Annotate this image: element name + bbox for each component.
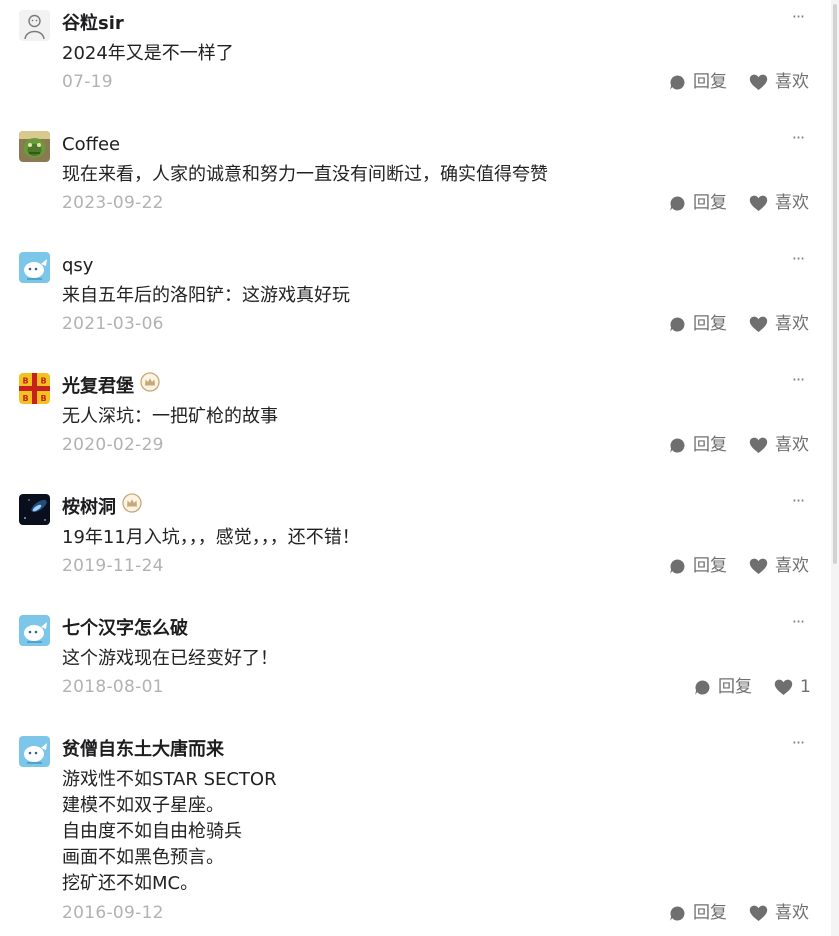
blue-whale-avatar bbox=[19, 736, 50, 767]
speech-bubble-icon bbox=[670, 74, 685, 90]
username[interactable]: 谷粒sir bbox=[62, 11, 124, 37]
space-nebula-avatar bbox=[19, 494, 50, 525]
ellipsis-icon: ··· bbox=[791, 128, 805, 147]
more-options-button[interactable]: ··· bbox=[786, 612, 810, 632]
heart-icon bbox=[749, 905, 768, 921]
more-options-button[interactable]: ··· bbox=[786, 370, 810, 390]
heart-icon bbox=[749, 558, 768, 574]
comment-feed: 谷粒sir ··· 2024年又是不一样了 07-19 回复 喜欢 Coffee… bbox=[0, 0, 839, 936]
comment-date: 2016-09-12 bbox=[62, 903, 164, 923]
like-button[interactable]: 喜欢 bbox=[749, 555, 809, 577]
comment-item: 七个汉字怎么破 ··· 这个游戏现在已经变好了！ 2018-08-01 回复 1 bbox=[0, 610, 826, 710]
more-options-button[interactable]: ··· bbox=[786, 733, 810, 753]
ellipsis-icon: ··· bbox=[791, 733, 805, 752]
username[interactable]: 桉树洞 bbox=[62, 492, 142, 521]
comment-text: 来自五年后的洛阳铲：这游戏真好玩 bbox=[62, 285, 350, 306]
svg-text:B: B bbox=[22, 394, 28, 403]
reply-button[interactable]: 回复 bbox=[669, 902, 727, 924]
comment-date: 2019-11-24 bbox=[62, 556, 164, 576]
comment-text: 2024年又是不一样了 bbox=[62, 43, 234, 64]
like-button[interactable]: 喜欢 bbox=[749, 192, 809, 214]
username[interactable]: 贫僧自东土大唐而来 bbox=[62, 737, 224, 763]
like-button[interactable]: 1 bbox=[774, 676, 811, 698]
reply-button[interactable]: 回复 bbox=[669, 313, 727, 335]
comment-text: 无人深坑：一把矿枪的故事 bbox=[62, 406, 278, 427]
ellipsis-icon: ··· bbox=[791, 612, 805, 631]
speech-bubble-icon bbox=[670, 437, 685, 453]
reply-button[interactable]: 回复 bbox=[669, 555, 727, 577]
reply-button[interactable]: 回复 bbox=[669, 434, 727, 456]
scrollbar[interactable] bbox=[831, 0, 839, 936]
reply-button[interactable]: 回复 bbox=[694, 676, 752, 698]
speech-bubble-icon bbox=[695, 679, 710, 695]
scrollbar-thumb[interactable] bbox=[833, 4, 837, 564]
more-options-button[interactable]: ··· bbox=[786, 128, 810, 148]
username[interactable]: Coffee bbox=[62, 132, 120, 158]
ellipsis-icon: ··· bbox=[791, 249, 805, 268]
reply-button[interactable]: 回复 bbox=[669, 71, 727, 93]
avatar[interactable]: B B B B bbox=[19, 373, 50, 404]
red-cross-flag-avatar: B B B B bbox=[19, 373, 50, 404]
like-button[interactable]: 喜欢 bbox=[749, 434, 809, 456]
ellipsis-icon: ··· bbox=[791, 370, 805, 389]
svg-text:B: B bbox=[40, 394, 46, 403]
username[interactable]: 光复君堡 bbox=[62, 371, 160, 400]
reply-button[interactable]: 回复 bbox=[669, 192, 727, 214]
like-count: 1 bbox=[800, 677, 811, 697]
speech-bubble-icon bbox=[670, 195, 685, 211]
comment-text: 19年11月入坑，，，感觉，，，还不错！ bbox=[62, 527, 360, 548]
username[interactable]: qsy bbox=[62, 253, 93, 279]
username[interactable]: 七个汉字怎么破 bbox=[62, 616, 188, 642]
avatar[interactable] bbox=[19, 10, 50, 41]
heart-icon bbox=[774, 679, 793, 695]
more-options-button[interactable]: ··· bbox=[786, 7, 810, 27]
svg-text:B: B bbox=[40, 377, 46, 386]
blue-whale-avatar bbox=[19, 615, 50, 646]
blue-whale-avatar bbox=[19, 252, 50, 283]
comment-text: 现在来看，人家的诚意和努力一直没有间断过，确实值得夸赞 bbox=[62, 164, 548, 185]
line-art-figure-avatar bbox=[19, 10, 50, 41]
speech-bubble-icon bbox=[670, 316, 685, 332]
green-creature-avatar bbox=[19, 131, 50, 162]
avatar[interactable] bbox=[19, 494, 50, 525]
ellipsis-icon: ··· bbox=[791, 491, 805, 510]
comment-text: 这个游戏现在已经变好了！ bbox=[62, 648, 278, 669]
comment-item: qsy ··· 来自五年后的洛阳铲：这游戏真好玩 2021-03-06 回复 喜… bbox=[0, 247, 826, 347]
comment-item: 桉树洞 ··· 19年11月入坑，，，感觉，，，还不错！ 2019-11-24 … bbox=[0, 489, 826, 589]
heart-icon bbox=[749, 437, 768, 453]
comment-date: 07-19 bbox=[62, 72, 113, 92]
comment-item: Coffee ··· 现在来看，人家的诚意和努力一直没有间断过，确实值得夸赞 2… bbox=[0, 126, 826, 226]
avatar[interactable] bbox=[19, 252, 50, 283]
comment-item: 贫僧自东土大唐而来 ··· 游戏性不如STAR SECTOR 建模不如双子星座。… bbox=[0, 731, 826, 936]
ellipsis-icon: ··· bbox=[791, 7, 805, 26]
speech-bubble-icon bbox=[670, 905, 685, 921]
like-button[interactable]: 喜欢 bbox=[749, 902, 809, 924]
heart-icon bbox=[749, 195, 768, 211]
avatar[interactable] bbox=[19, 615, 50, 646]
heart-icon bbox=[749, 316, 768, 332]
more-options-button[interactable]: ··· bbox=[786, 491, 810, 511]
crown-badge-icon bbox=[122, 492, 142, 521]
comment-item: 谷粒sir ··· 2024年又是不一样了 07-19 回复 喜欢 bbox=[0, 5, 826, 105]
like-button[interactable]: 喜欢 bbox=[749, 313, 809, 335]
more-options-button[interactable]: ··· bbox=[786, 249, 810, 269]
comment-text: 游戏性不如STAR SECTOR 建模不如双子星座。 自由度不如自由枪骑兵 画面… bbox=[62, 769, 277, 894]
avatar[interactable] bbox=[19, 736, 50, 767]
comment-date: 2021-03-06 bbox=[62, 314, 164, 334]
like-button[interactable]: 喜欢 bbox=[749, 71, 809, 93]
heart-icon bbox=[749, 74, 768, 90]
speech-bubble-icon bbox=[670, 558, 685, 574]
crown-badge-icon bbox=[140, 371, 160, 400]
comment-date: 2023-09-22 bbox=[62, 193, 164, 213]
svg-text:B: B bbox=[22, 377, 28, 386]
comment-date: 2020-02-29 bbox=[62, 435, 164, 455]
comment-item: B B B B 光复君堡 ··· 无人深坑：一把矿枪的故事 2020-02-29… bbox=[0, 368, 826, 468]
avatar[interactable] bbox=[19, 131, 50, 162]
comment-date: 2018-08-01 bbox=[62, 677, 164, 697]
